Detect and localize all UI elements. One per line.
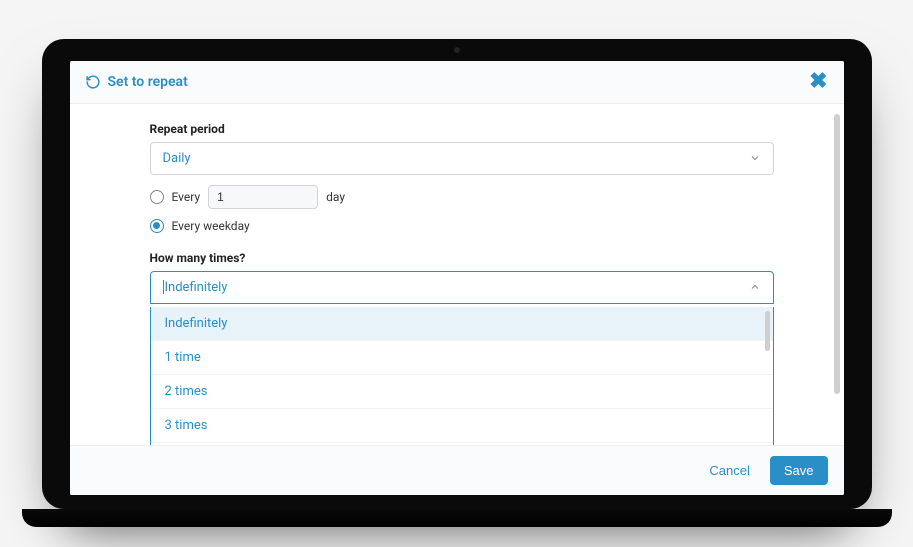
modal-title: Set to repeat [108,74,188,90]
count-label: How many times? [150,251,774,265]
period-label: Repeat period [150,122,774,136]
repeat-modal: Set to repeat ✖ Repeat period Daily Ever… [70,61,844,495]
close-icon[interactable]: ✖ [809,71,827,93]
cancel-button[interactable]: Cancel [699,457,759,484]
camera-dot [454,47,460,53]
period-value: Daily [163,151,191,166]
every-interval-row: Every day [150,185,774,209]
count-option-2[interactable]: 2 times [151,375,773,409]
count-dropdown-list: Indefinitely 1 time 2 times 3 times 4 ti… [150,307,774,445]
radio-every-interval[interactable] [150,190,164,204]
period-select[interactable]: Daily [150,142,774,175]
modal-footer: Cancel Save [70,445,844,495]
modal-title-group: Set to repeat [86,74,188,90]
count-option-3[interactable]: 3 times [151,409,773,443]
interval-unit: day [326,190,345,204]
count-option-indefinitely[interactable]: Indefinitely [151,307,773,341]
interval-input[interactable] [208,185,318,209]
repeat-icon [86,75,100,89]
screen: Set to repeat ✖ Repeat period Daily Ever… [70,61,844,495]
weekday-label: Every weekday [172,219,250,233]
radio-every-weekday[interactable] [150,219,164,233]
modal-body: Repeat period Daily Every day Every week… [70,104,844,445]
chevron-down-icon [749,152,761,164]
dropdown-scrollbar[interactable] [765,311,770,351]
laptop-base [22,509,892,527]
count-value: Indefinitely [163,280,228,295]
chevron-up-icon [749,281,761,293]
body-scrollbar[interactable] [834,114,840,435]
modal-header: Set to repeat ✖ [70,61,844,104]
save-button[interactable]: Save [770,456,828,485]
count-option-1[interactable]: 1 time [151,341,773,375]
count-option-4[interactable]: 4 times [151,443,773,445]
laptop-frame: Set to repeat ✖ Repeat period Daily Ever… [42,39,872,509]
count-dropdown[interactable]: Indefinitely Indefinitely 1 time 2 times… [150,271,774,304]
every-weekday-row: Every weekday [150,219,774,233]
count-input[interactable]: Indefinitely [150,271,774,304]
every-label: Every [172,190,201,204]
